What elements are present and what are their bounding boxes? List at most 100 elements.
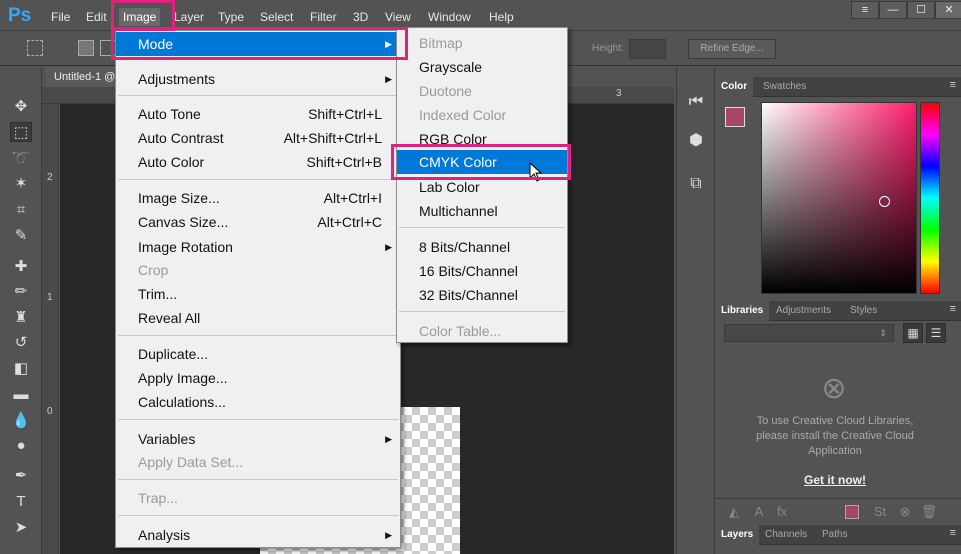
- history-panel-icon[interactable]: ⏮: [686, 92, 706, 112]
- libraries-footer: ◭ A fx St ⊗ 🗑: [715, 498, 961, 524]
- menu-item-image-size[interactable]: Image Size... Alt+Ctrl+I: [116, 186, 400, 210]
- mode-32-bits[interactable]: 32 Bits/Channel: [397, 283, 567, 307]
- eraser-tool-icon[interactable]: ◧: [10, 359, 32, 379]
- tab-layers[interactable]: Layers: [715, 525, 760, 545]
- menu-view[interactable]: View: [381, 8, 415, 26]
- color-picker-circle[interactable]: [879, 196, 890, 207]
- tab-swatches[interactable]: Swatches: [757, 77, 812, 97]
- menu-separator: [399, 311, 565, 312]
- rectangular-marquee-tool-icon[interactable]: ⬚: [10, 122, 32, 142]
- menu-item-adjustments[interactable]: Adjustments ▶: [116, 67, 400, 91]
- panel-menu-icon[interactable]: ≡: [950, 79, 956, 91]
- add-character-style-icon[interactable]: A: [750, 503, 768, 521]
- menu-window[interactable]: Window: [424, 8, 475, 26]
- list-view-icon[interactable]: ☰: [926, 323, 946, 343]
- menu-layer[interactable]: Layer: [170, 8, 208, 26]
- menu-item-image-rotation[interactable]: Image Rotation ▶: [116, 235, 400, 259]
- trash-icon[interactable]: 🗑: [920, 503, 938, 521]
- eyedropper-tool-icon[interactable]: ✎: [10, 226, 32, 246]
- menu-3d[interactable]: 3D: [349, 8, 372, 26]
- creative-cloud-icon: ⊗: [821, 372, 847, 405]
- menu-select[interactable]: Select: [256, 8, 297, 26]
- hue-slider[interactable]: [920, 102, 940, 294]
- 3d-panel-icon[interactable]: ⬢: [686, 131, 706, 151]
- mode-8-bits[interactable]: 8 Bits/Channel: [397, 235, 567, 259]
- menu-item-auto-tone[interactable]: Auto Tone Shift+Ctrl+L: [116, 102, 400, 126]
- stock-icon[interactable]: St: [871, 503, 889, 521]
- color-field[interactable]: [761, 102, 917, 294]
- tab-paths[interactable]: Paths: [816, 525, 854, 545]
- menu-edit[interactable]: Edit: [82, 8, 111, 26]
- lasso-tool-icon[interactable]: ➰: [10, 149, 32, 169]
- tab-adjustments[interactable]: Adjustments: [770, 301, 837, 321]
- document-tab[interactable]: Untitled-1 @: [46, 67, 126, 87]
- get-it-now-link[interactable]: Get it now!: [745, 473, 925, 487]
- properties-panel-icon[interactable]: ⧉: [686, 174, 706, 194]
- add-graphic-icon[interactable]: ◭: [725, 503, 743, 521]
- ruler-left-label: 1: [47, 292, 53, 303]
- color-panel-tabs: Color Swatches ≡: [715, 77, 961, 97]
- right-panels: Color Swatches ≡ Libraries Adjustments S…: [714, 67, 961, 554]
- menu-item-auto-color[interactable]: Auto Color Shift+Ctrl+B: [116, 150, 400, 174]
- healing-brush-tool-icon[interactable]: ✚: [10, 257, 32, 277]
- library-dropdown[interactable]: ⇕: [724, 324, 894, 342]
- menu-item-canvas-size[interactable]: Canvas Size... Alt+Ctrl+C: [116, 210, 400, 234]
- add-color-swatch-icon[interactable]: [845, 505, 859, 519]
- mode-color-table: Color Table...: [419, 323, 502, 339]
- brush-tool-icon[interactable]: ✏: [10, 282, 32, 302]
- maximize-button[interactable]: ☐: [907, 1, 935, 19]
- refine-edge-button[interactable]: Refine Edge...: [688, 39, 776, 59]
- menu-filter[interactable]: Filter: [306, 8, 341, 26]
- minimize-button[interactable]: —: [879, 1, 907, 19]
- menu-item-reveal-all[interactable]: Reveal All: [116, 306, 400, 330]
- panel-menu-icon[interactable]: ≡: [950, 303, 956, 315]
- menu-item-trim[interactable]: Trim...: [116, 282, 400, 306]
- ruler-left: 2 1 0: [42, 104, 59, 554]
- menu-type[interactable]: Type: [214, 8, 248, 26]
- grid-view-icon[interactable]: ▦: [903, 323, 923, 343]
- magic-wand-tool-icon[interactable]: ✶: [10, 174, 32, 194]
- submenu-arrow-icon: ▶: [385, 74, 392, 84]
- gradient-tool-icon[interactable]: ▬: [10, 385, 32, 405]
- menu-separator: [118, 419, 398, 420]
- new-selection-icon[interactable]: [78, 40, 94, 56]
- menu-item-variables[interactable]: Variables ▶: [116, 427, 400, 451]
- tab-color[interactable]: Color: [715, 77, 754, 97]
- menu-item-calculations[interactable]: Calculations...: [116, 390, 400, 414]
- workspace-menu-button[interactable]: ≡: [851, 1, 879, 19]
- marquee-preset-icon[interactable]: [27, 40, 43, 56]
- dodge-tool-icon[interactable]: ●: [10, 436, 32, 456]
- crop-tool-icon[interactable]: ⌗: [10, 200, 32, 220]
- panel-menu-icon[interactable]: ≡: [950, 527, 956, 539]
- tab-libraries[interactable]: Libraries: [715, 301, 770, 321]
- menu-item-apply-image[interactable]: Apply Image...: [116, 366, 400, 390]
- menu-file[interactable]: File: [47, 8, 74, 26]
- submenu-arrow-icon: ▶: [385, 434, 392, 444]
- path-selection-tool-icon[interactable]: ➤: [10, 518, 32, 538]
- pen-tool-icon[interactable]: ✒: [10, 466, 32, 486]
- tools-panel: ✥ ⬚ ➰ ✶ ⌗ ✎ ✚ ✏ ♜ ↺ ◧ ▬ 💧 ● ✒ T ➤: [0, 67, 42, 554]
- menu-item-auto-contrast[interactable]: Auto Contrast Alt+Shift+Ctrl+L: [116, 126, 400, 150]
- ruler-top-label: 3: [616, 88, 622, 99]
- blur-tool-icon[interactable]: 💧: [10, 411, 32, 431]
- ruler-left-label: 2: [47, 172, 53, 183]
- mode-grayscale[interactable]: Grayscale: [397, 55, 567, 79]
- clone-stamp-tool-icon[interactable]: ♜: [10, 308, 32, 328]
- mode-multichannel[interactable]: Multichannel: [397, 199, 567, 223]
- height-field[interactable]: [629, 39, 666, 59]
- history-brush-tool-icon[interactable]: ↺: [10, 333, 32, 353]
- mode-16-bits[interactable]: 16 Bits/Channel: [397, 259, 567, 283]
- close-button[interactable]: ✕: [935, 1, 961, 19]
- sync-icon[interactable]: ⊗: [896, 503, 914, 521]
- add-layer-style-icon[interactable]: fx: [773, 503, 791, 521]
- tab-styles[interactable]: Styles: [844, 301, 883, 321]
- move-tool-icon[interactable]: ✥: [10, 97, 32, 117]
- tab-channels[interactable]: Channels: [759, 525, 813, 545]
- foreground-color-swatch[interactable]: [725, 107, 745, 127]
- annotation-highlight-cmyk: [391, 144, 571, 180]
- menu-help[interactable]: Help: [485, 8, 518, 26]
- type-tool-icon[interactable]: T: [10, 492, 32, 512]
- submenu-arrow-icon: ▶: [385, 530, 392, 540]
- menu-item-duplicate[interactable]: Duplicate...: [116, 342, 400, 366]
- menu-item-analysis[interactable]: Analysis ▶: [116, 523, 400, 547]
